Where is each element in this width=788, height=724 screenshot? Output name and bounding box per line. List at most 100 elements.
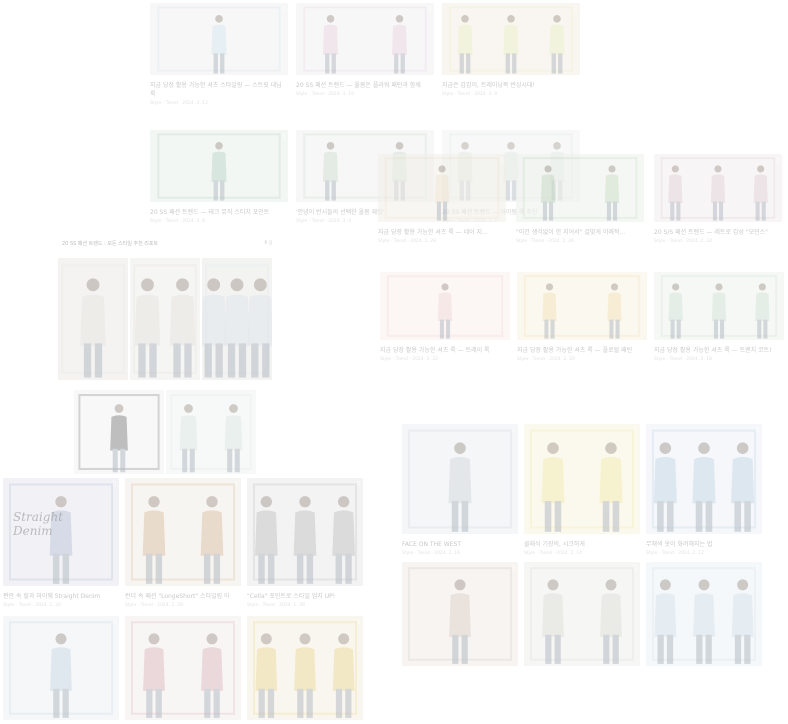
article-thumbnail[interactable]: ▯ <box>296 3 434 75</box>
article-image <box>58 258 128 380</box>
article-card[interactable]: ▯ <box>3 616 119 720</box>
article-thumbnail[interactable]: ▯ <box>654 272 784 340</box>
article-thumbnail[interactable]: ▯ <box>247 616 363 720</box>
article-title[interactable]: 지금 당장 활용 가능한 셔츠 룩 — 트렌치 코트! <box>654 346 784 355</box>
bookmark-icon[interactable]: ▯ <box>428 132 431 139</box>
article-title[interactable]: 런더 속 패션 "LongeShort" 스타일링 아 <box>125 592 241 601</box>
article-thumbnail[interactable]: ▯ <box>442 3 580 75</box>
article-image <box>200 258 274 380</box>
article-thumbnail[interactable]: ▯ <box>516 154 644 222</box>
article-card[interactable]: ▯ <box>402 562 518 666</box>
article-thumbnail[interactable]: ▯ <box>524 562 640 666</box>
article-title[interactable]: 무채색 옷이 화려해지는 법 <box>646 540 762 549</box>
article-title[interactable]: 지금은 갑갑이, 트레이닝복 반싱시대! <box>442 81 580 90</box>
bookmark-icon[interactable]: ▯ <box>778 274 781 281</box>
article-thumbnail[interactable]: ▯ <box>150 130 288 202</box>
article-thumbnail[interactable]: ▯ <box>402 424 518 534</box>
article-card[interactable]: ▯ "Cella" 포인트로 스타일 업지 UP! Style · Trend ·… <box>247 478 363 608</box>
article-title[interactable]: 지금 당장 활용 가능한 셔츠 룩 — 플로럴 패턴 <box>517 346 647 355</box>
bookmark-icon[interactable]: ▯ <box>282 132 285 139</box>
article-meta: Style · Trend · 2024. 1. 26 <box>247 603 305 608</box>
article-card[interactable]: ▯ 클래식 기장의, 시크하게 Style · Trend · 2024. 2. … <box>524 424 640 556</box>
article-title[interactable]: 지금 당장 활용 가능한 셔츠 룩 — 네이 지... <box>378 228 506 237</box>
article-card[interactable]: Straight Denim ▯ 편안 속 힐과 마이웨 Straight Deni… <box>3 478 119 608</box>
article-meta: Style · Trend · 2024. 3. 12 <box>150 101 208 106</box>
bookmark-icon[interactable]: ▯ <box>269 240 272 246</box>
article-thumbnail[interactable]: ▯ <box>517 272 647 340</box>
article-card[interactable]: ▯ "이건 생각없이 한 지어서" 걸맞게 이례적... Style · Tren… <box>516 154 644 244</box>
article-card[interactable]: ▯ 지금 당장 활용 가능한 셔츠 스타일링 — 스트릿 데님 룩 Style ·… <box>150 3 288 106</box>
article-card[interactable]: ▯ 지금 당장 활용 가능한 셔츠 룩 — 네이 지... Style · Tre… <box>378 154 506 244</box>
bookmark-icon[interactable]: ▯ <box>634 564 637 571</box>
bookmark-icon[interactable]: ▯ <box>756 564 759 571</box>
bookmark-icon[interactable]: ▯ <box>638 156 641 163</box>
bookmark-icon[interactable]: ▯ <box>574 5 577 12</box>
article-thumbnail[interactable]: ▯ <box>3 616 119 720</box>
article-title[interactable]: 클래식 기장의, 시크하게 <box>524 540 640 549</box>
article-card[interactable]: ▯ <box>125 616 241 720</box>
article-card[interactable]: ▯ 무채색 옷이 화려해지는 법 Style · Trend · 2024. 2.… <box>646 424 762 556</box>
article-thumbnail[interactable]: ▯ <box>524 424 640 534</box>
article-meta: Style · Trend · 2024. 1. 28 <box>125 603 183 608</box>
bookmark-icon[interactable]: ▯ <box>235 480 238 487</box>
article-thumbnail[interactable]: ▯ <box>402 562 518 666</box>
handwriting-overlay: Straight Denim <box>13 510 64 539</box>
article-thumbnail[interactable]: ▯ <box>646 424 762 534</box>
bookmark-icon[interactable]: ▯ <box>504 274 507 281</box>
article-card[interactable]: ▯ 20 SS 패션 트렌드 — 올봄은 플라워 패턴과 함께 Style · T… <box>296 3 434 97</box>
article-title[interactable]: 지금 당장 활용 가능한 셔츠 스타일링 — 스트릿 데님 룩 <box>150 81 288 99</box>
article-thumbnail[interactable]: ▯ <box>150 3 288 75</box>
article-meta: Style · Trend · 2024. 2. 28 <box>378 239 436 244</box>
article-card[interactable]: ▯ 20 S/S 패션 트렌드 — 레트로 감성 "모던스" Style · Tr… <box>654 154 782 244</box>
article-card[interactable]: ▯ 런더 속 패션 "LongeShort" 스타일링 아 Style · Tre… <box>125 478 241 608</box>
article-title[interactable]: FACE ON THE WEST <box>402 540 518 549</box>
article-title[interactable]: "Cella" 포인트로 스타일 업지 UP! <box>247 592 363 601</box>
bookmark-icon[interactable]: ▯ <box>756 426 759 433</box>
share-icon[interactable]: ⇪ <box>263 240 267 246</box>
article-thumbnail[interactable]: ▯ <box>247 478 363 586</box>
article-card[interactable]: ▯ <box>524 562 640 666</box>
bookmark-icon[interactable]: ▯ <box>113 480 116 487</box>
article-title[interactable]: 20 S/S 패션 트렌드 — 레트로 감성 "모던스" <box>654 228 782 237</box>
article-card[interactable]: ▯ 지금 당장 활용 가능한 셔츠 룩 — 플로럴 패턴 Style · Tren… <box>517 272 647 362</box>
bookmark-icon[interactable]: ▯ <box>574 132 577 139</box>
article-thumbnail[interactable]: Straight Denim ▯ <box>3 478 119 586</box>
bookmark-icon[interactable]: ▯ <box>512 426 515 433</box>
article-thumbnail[interactable]: ▯ <box>380 272 510 340</box>
article-meta: Style · Trend · 2024. 2. 16 <box>402 551 460 556</box>
bookmark-icon[interactable]: ▯ <box>634 426 637 433</box>
article-meta: Style · Trend · 2024. 3. 10 <box>296 92 354 97</box>
article-thumbnail[interactable]: ▯ <box>654 154 782 222</box>
article-title[interactable]: 지금 당장 활용 가능한 셔츠 룩 — 트레이 룩 <box>380 346 510 355</box>
article-title[interactable]: 20 SS 패션 트렌드 — 올봄은 플라워 패턴과 함께 <box>296 81 434 90</box>
article-meta: Style · Trend · 2024. 2. 14 <box>524 551 582 556</box>
article-meta: Style · Trend · 2024. 2. 22 <box>380 357 438 362</box>
bookmark-icon[interactable]: ▯ <box>235 618 238 625</box>
bookmark-icon[interactable]: ▯ <box>357 480 360 487</box>
article-card[interactable]: ▯ 지금 당장 활용 가능한 셔츠 룩 — 트렌치 코트! Style · Tre… <box>654 272 784 362</box>
article-card[interactable]: ▯ <box>247 616 363 720</box>
gallery-overlay: { "top_grid": [ {"title": "지금 당장 활용 가능한 … <box>0 0 788 724</box>
article-title: 20 SS 패션 트렌드 : 모든 스타일 추천 리포트 <box>62 241 159 247</box>
bookmark-icon[interactable]: ▯ <box>357 618 360 625</box>
article-title[interactable]: "이건 생각없이 한 지어서" 걸맞게 이례적... <box>516 228 644 237</box>
bookmark-icon[interactable]: ▯ <box>776 156 779 163</box>
article-title[interactable]: 편안 속 힐과 마이웨 Straight Denim <box>3 592 119 601</box>
bookmark-icon[interactable]: ▯ <box>113 618 116 625</box>
article-card[interactable]: ▯ 지금은 갑갑이, 트레이닝복 반싱시대! Style · Trend · 20… <box>442 3 580 97</box>
article-title[interactable]: 20 SS 패션 트렌드 — 테크 뮤직 스티치 포인트 <box>150 208 288 217</box>
bookmark-icon[interactable]: ▯ <box>641 274 644 281</box>
article-thumbnail[interactable]: ▯ <box>125 616 241 720</box>
article-meta: Style · Trend · 2024. 3. 6 <box>150 219 206 224</box>
bookmark-icon[interactable]: ▯ <box>428 5 431 12</box>
article-card[interactable]: ▯ FACE ON THE WEST Style · Trend · 2024. … <box>402 424 518 556</box>
bookmark-icon[interactable]: ▯ <box>282 5 285 12</box>
article-thumbnail[interactable]: ▯ <box>125 478 241 586</box>
article-card[interactable]: ▯ 20 SS 패션 트렌드 — 테크 뮤직 스티치 포인트 Style · Tr… <box>150 130 288 224</box>
article-card[interactable]: ▯ <box>646 562 762 666</box>
bookmark-icon[interactable]: ▯ <box>512 564 515 571</box>
article-card[interactable]: ▯ 지금 당장 활용 가능한 셔츠 룩 — 트레이 룩 Style · Trend… <box>380 272 510 362</box>
article-thumbnail[interactable]: ▯ <box>378 154 506 222</box>
bookmark-icon[interactable]: ▯ <box>500 156 503 163</box>
article-thumbnail[interactable]: ▯ <box>646 562 762 666</box>
